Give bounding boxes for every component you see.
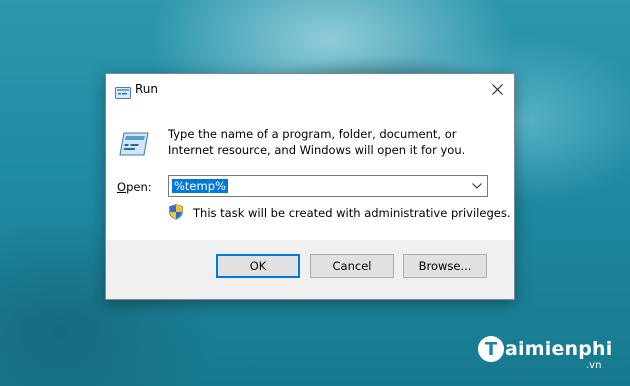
run-icon — [115, 84, 131, 99]
watermark-domain: .vn — [586, 360, 602, 371]
watermark-logo-mark: T — [478, 336, 504, 362]
dialog-description: Type the name of a program, folder, docu… — [168, 127, 466, 157]
open-label-text: pen: — [126, 180, 152, 194]
run-dialog: Run Type the name of a program, folder, … — [105, 73, 515, 300]
open-input[interactable]: %temp% — [172, 179, 228, 193]
dialog-footer: OK Cancel Browse... — [106, 240, 514, 299]
close-button[interactable] — [480, 74, 514, 104]
watermark-logo: T aimienphi .vn — [478, 336, 613, 371]
cancel-button[interactable]: Cancel — [310, 254, 394, 278]
open-combobox[interactable]: %temp% — [168, 175, 488, 197]
title-bar[interactable]: Run — [106, 74, 514, 106]
open-label-accelerator: O — [117, 180, 127, 194]
admin-privileges-note: This task will be created with administr… — [193, 206, 511, 220]
dialog-title: Run — [135, 82, 159, 96]
open-label: Open: — [117, 180, 152, 194]
browse-button[interactable]: Browse... — [403, 254, 487, 278]
watermark-text: aimienphi — [505, 338, 613, 360]
close-icon — [491, 80, 503, 99]
chevron-down-icon[interactable] — [471, 179, 483, 193]
run-icon — [118, 131, 150, 157]
uac-shield-icon — [168, 204, 184, 220]
ok-button[interactable]: OK — [216, 254, 300, 278]
